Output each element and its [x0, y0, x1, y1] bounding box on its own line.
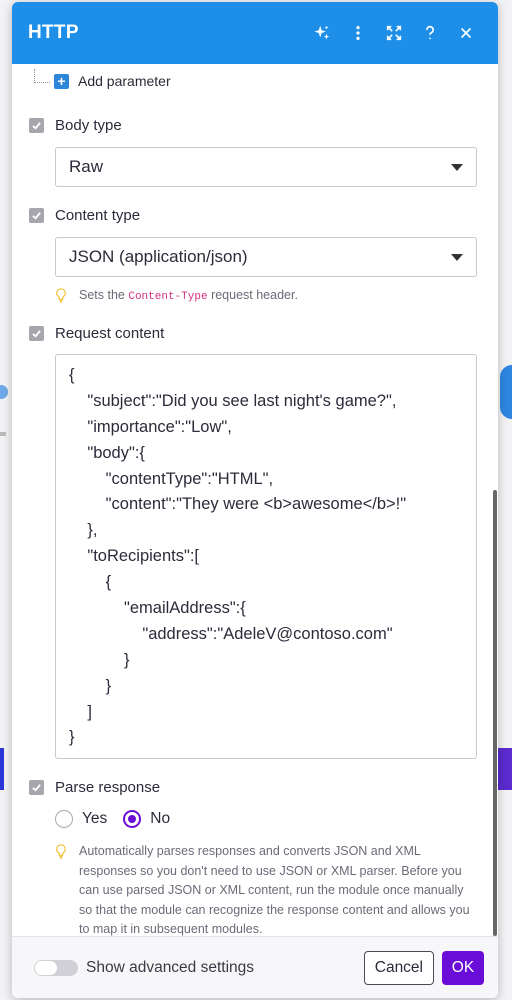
code-line: },	[69, 521, 98, 540]
body-type-select[interactable]: Raw	[55, 147, 477, 187]
header-actions	[306, 17, 482, 49]
request-content-textarea[interactable]: { "subject":"Did you see last night's ga…	[55, 354, 477, 759]
sparkle-icon[interactable]	[306, 17, 338, 49]
radio-no-circle[interactable]	[123, 810, 142, 828]
dialog-body: + Add parameter Body type Raw Content ty…	[12, 64, 498, 936]
collapse-checkbox-icon[interactable]	[29, 208, 44, 223]
parse-response-hint: Automatically parses responses and conve…	[55, 842, 479, 936]
http-module-dialog: HTTP + Add parameter Body type Raw Conte…	[12, 2, 498, 998]
radio-yes-circle[interactable]	[55, 810, 73, 828]
code-line: "subject":"Did you see last night's game…	[69, 391, 397, 410]
cancel-button[interactable]: Cancel	[363, 950, 434, 985]
code-line: "content":"They were <b>awesome</b>!"	[69, 495, 407, 514]
lightbulb-icon	[55, 286, 71, 310]
advanced-settings-label[interactable]: Show advanced settings	[86, 959, 364, 977]
code-line: }	[69, 676, 112, 695]
canvas-block-left	[0, 748, 4, 790]
code-line: {	[69, 366, 75, 384]
radio-no-label: No	[150, 810, 171, 827]
content-type-value: JSON (application/json)	[69, 247, 248, 266]
code-line: }	[69, 650, 130, 669]
canvas-block-right	[498, 748, 512, 790]
add-parameter-button[interactable]: + Add parameter	[34, 69, 171, 89]
lightbulb-icon	[55, 842, 71, 936]
radio-yes[interactable]: Yes	[55, 810, 107, 828]
add-parameter-label: Add parameter	[78, 73, 171, 89]
close-icon[interactable]	[450, 17, 482, 49]
canvas-connector	[0, 432, 6, 436]
collapse-checkbox-icon[interactable]	[29, 118, 44, 133]
code-line: ]	[69, 702, 92, 721]
code-line: "toRecipients":[	[69, 547, 200, 566]
request-content-section[interactable]: Request content	[29, 325, 164, 342]
kebab-menu-icon[interactable]	[342, 17, 374, 49]
advanced-settings-toggle[interactable]	[34, 959, 78, 976]
radio-yes-label: Yes	[82, 810, 108, 827]
body-type-label: Body type	[55, 117, 122, 134]
request-content-label: Request content	[55, 325, 165, 342]
code-line: {	[69, 573, 112, 592]
code-line: "contentType":"HTML",	[69, 469, 274, 488]
code-line: "importance":"Low",	[69, 417, 232, 436]
dialog-header: HTTP	[12, 2, 498, 64]
canvas-node-right	[500, 365, 512, 419]
parse-response-label: Parse response	[55, 779, 161, 796]
body-type-value: Raw	[69, 157, 104, 176]
dialog-footer: Show advanced settings Cancel OK	[12, 936, 498, 998]
content-type-hint-text: Sets the Content-Type request header.	[79, 288, 298, 303]
expand-icon[interactable]	[378, 17, 410, 49]
radio-no[interactable]: No	[123, 810, 170, 828]
content-type-select[interactable]: JSON (application/json)	[55, 237, 477, 277]
help-icon[interactable]	[414, 17, 446, 49]
parse-response-hint-text: Automatically parses responses and conve…	[79, 844, 470, 936]
content-type-label: Content type	[55, 207, 141, 224]
dialog-title: HTTP	[28, 22, 79, 43]
collapse-checkbox-icon[interactable]	[29, 780, 44, 795]
content-type-hint: Sets the Content-Type request header.	[55, 286, 298, 310]
code-line: "address":"AdeleV@contoso.com"	[69, 624, 393, 643]
tree-connector	[34, 69, 50, 83]
content-type-section[interactable]: Content type	[29, 207, 140, 224]
scrollbar-thumb[interactable]	[493, 490, 497, 936]
code-line: "body":{	[69, 443, 145, 462]
collapse-checkbox-icon[interactable]	[29, 326, 44, 341]
plus-icon: +	[54, 73, 69, 89]
canvas-node-left	[0, 385, 8, 399]
parse-response-section[interactable]: Parse response	[29, 779, 160, 796]
ok-button[interactable]: OK	[442, 950, 484, 985]
code-line: }	[69, 728, 75, 747]
code-line: "emailAddress":{	[69, 599, 246, 618]
content-type-code: Content-Type	[128, 291, 208, 303]
body-type-section[interactable]: Body type	[29, 117, 122, 134]
caret-down-icon	[451, 253, 463, 261]
parse-response-radio-group: Yes No	[55, 810, 186, 828]
caret-down-icon	[451, 163, 463, 171]
